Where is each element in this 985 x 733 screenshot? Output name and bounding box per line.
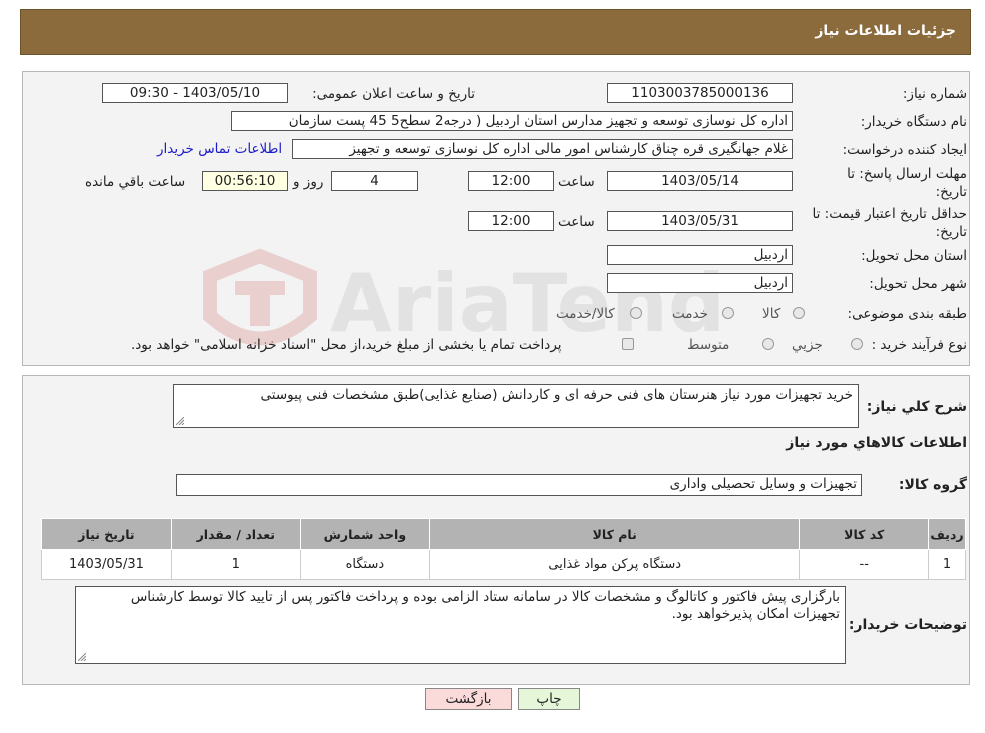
- validity-time-label: ساعت: [558, 214, 595, 230]
- validity-label-date: تاریخ:: [935, 224, 967, 240]
- col-unit-header: واحد شمارش: [299, 518, 431, 550]
- cell-qty: 1: [170, 549, 301, 580]
- page-title: جزئیات اطلاعات نیاز: [815, 23, 956, 39]
- process-note: پرداخت تمام یا بخشی از مبلغ خرید،از محل …: [131, 337, 562, 353]
- col-code-header: کد کالا: [799, 518, 930, 550]
- category-both-label: کالا/خدمت: [556, 306, 615, 322]
- cell-name: دستگاه پرکن مواد غذایی: [428, 549, 801, 580]
- process-minor-radio[interactable]: [851, 338, 863, 350]
- process-medium-label: متوسط: [687, 337, 730, 353]
- resize-grip-icon[interactable]: [176, 417, 184, 425]
- requester-label: ایجاد کننده درخواست:: [842, 142, 967, 158]
- cell-date: 1403/05/31: [41, 549, 172, 580]
- days-field: 4: [331, 171, 418, 191]
- city-field: اردبیل: [607, 273, 793, 293]
- announce-field: 1403/05/10 - 09:30: [102, 83, 288, 103]
- group-field: تجهیزات و وسایل تحصیلی واداری: [176, 474, 862, 496]
- validity-label: حداقل تاریخ اعتبار قیمت: تا: [812, 206, 967, 222]
- print-button[interactable]: چاپ: [518, 688, 580, 710]
- summary-text: خرید تجهیزات مورد نیاز هنرستان های فنی ح…: [260, 387, 853, 403]
- goods-section-title: اطلاعات كالاهاي مورد نياز: [786, 435, 967, 451]
- category-both-radio[interactable]: [630, 307, 642, 319]
- days-label: روز و: [293, 174, 324, 190]
- remaining-label: ساعت باقي مانده: [85, 174, 186, 190]
- buyer-org-label: نام دستگاه خریدار:: [860, 114, 967, 130]
- process-label: نوع فرآیند خرید :: [871, 337, 967, 353]
- deadline-time-label: ساعت: [558, 174, 595, 190]
- category-label: طبقه بندی موضوعی:: [847, 306, 967, 322]
- summary-label: شرح كلي نياز:: [866, 399, 967, 415]
- category-goods-radio[interactable]: [793, 307, 805, 319]
- page-header: جزئیات اطلاعات نیاز: [20, 9, 971, 55]
- deadline-time-field: 12:00: [468, 171, 554, 191]
- col-name-header: نام کالا: [428, 518, 801, 550]
- back-button[interactable]: بازگشت: [425, 688, 512, 710]
- notes-text: بارگزاری پیش فاکتور و کاتالوگ و مشخصات ک…: [130, 589, 840, 622]
- need-number-label: شماره نیاز:: [902, 86, 967, 102]
- process-treasury-checkbox[interactable]: [622, 338, 634, 350]
- city-label: شهر محل تحویل:: [869, 276, 967, 292]
- buyer-contact-link[interactable]: اطلاعات تماس خریدار: [157, 141, 282, 157]
- remaining-time-field: 00:56:10: [202, 171, 288, 191]
- cell-row: 1: [928, 549, 966, 580]
- process-medium-radio[interactable]: [762, 338, 774, 350]
- cell-unit: دستگاه: [299, 549, 431, 580]
- deadline-label: مهلت ارسال پاسخ: تا: [847, 166, 967, 182]
- col-date-header: تاریخ نیاز: [41, 518, 172, 550]
- notes-textarea: بارگزاری پیش فاکتور و کاتالوگ و مشخصات ک…: [75, 586, 846, 664]
- col-qty-header: تعداد / مقدار: [170, 518, 301, 550]
- validity-date-field: 1403/05/31: [607, 211, 793, 231]
- process-minor-label: جزیي: [792, 337, 823, 353]
- table-header-row: ردیف کد کالا نام کالا واحد شمارش تعداد /…: [41, 518, 966, 550]
- table-row: 1 -- دستگاه پرکن مواد غذایی دستگاه 1 140…: [41, 549, 966, 580]
- summary-textarea: خرید تجهیزات مورد نیاز هنرستان های فنی ح…: [173, 384, 859, 428]
- announce-label: تاریخ و ساعت اعلان عمومی:: [312, 86, 475, 102]
- buyer-org-field: اداره کل نوسازی توسعه و تجهیز مدارس استا…: [231, 111, 793, 131]
- validity-time-field: 12:00: [468, 211, 554, 231]
- need-number-field: 1103003785000136: [607, 83, 793, 103]
- province-label: استان محل تحویل:: [861, 248, 967, 264]
- resize-grip-icon[interactable]: [78, 653, 86, 661]
- cell-code: --: [799, 549, 930, 580]
- requester-field: غلام جهانگیری قره چناق کارشناس امور مالی…: [292, 139, 793, 159]
- deadline-label-date: تاریخ:: [935, 184, 967, 200]
- deadline-date-field: 1403/05/14: [607, 171, 793, 191]
- notes-label: توضیحات خریدار:: [848, 617, 967, 633]
- category-service-label: خدمت: [672, 306, 708, 322]
- col-row-header: ردیف: [928, 518, 966, 550]
- group-label: گروه کالا:: [898, 477, 967, 493]
- category-service-radio[interactable]: [722, 307, 734, 319]
- category-goods-label: کالا: [762, 306, 781, 322]
- province-field: اردبیل: [607, 245, 793, 265]
- items-table: ردیف کد کالا نام کالا واحد شمارش تعداد /…: [41, 518, 966, 580]
